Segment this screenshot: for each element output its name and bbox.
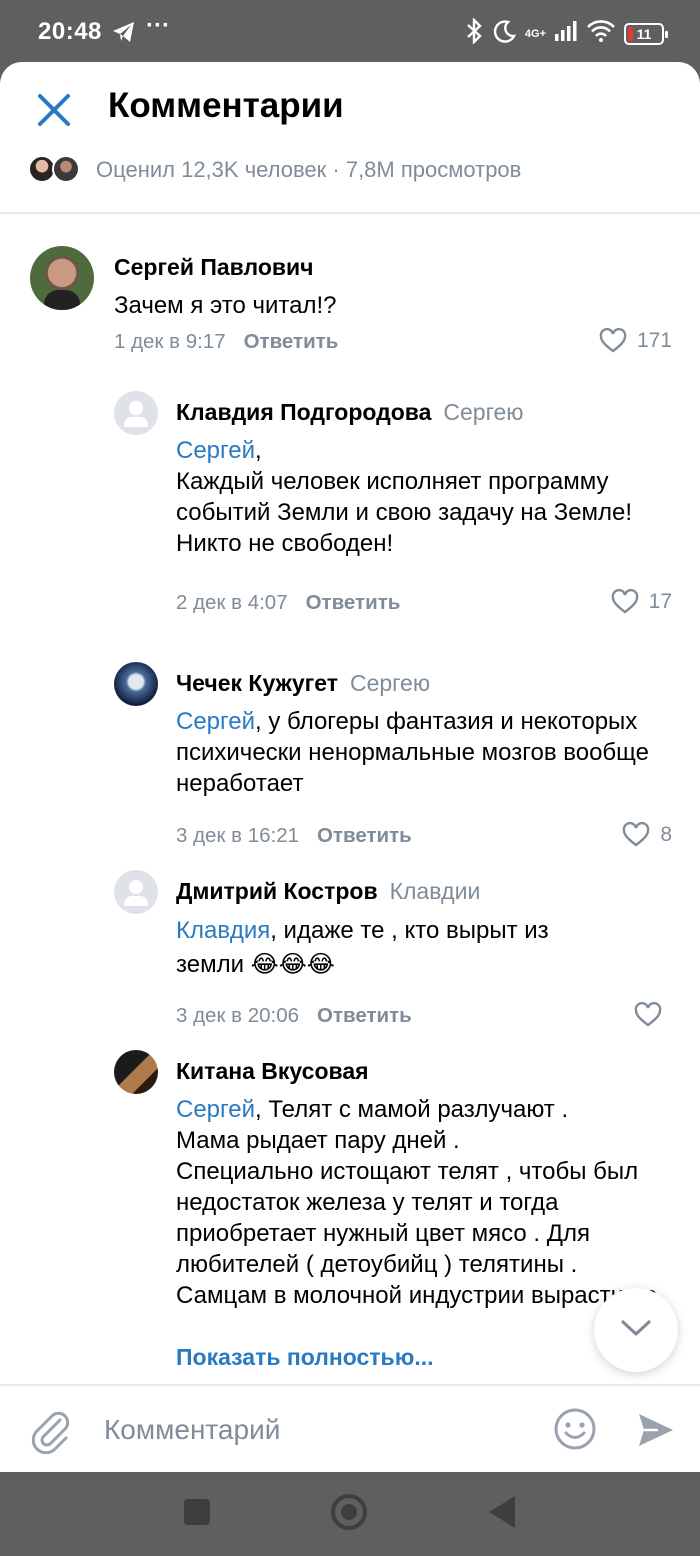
comment-reply: Дмитрий Костров Клавдии Клавдия, идаже те… (0, 870, 700, 1040)
paperclip-icon (31, 1411, 70, 1455)
comment-author[interactable]: Сергей Павлович (114, 254, 314, 281)
system-nav-bar (0, 1472, 700, 1556)
status-bar: 20:48 ··· 4G+ 11 (0, 0, 700, 62)
attach-button[interactable] (30, 1408, 72, 1459)
network-type: 4G+ (524, 27, 546, 40)
avatar[interactable] (30, 246, 94, 310)
comment-meta: 3 дек в 16:21 Ответить (176, 824, 412, 848)
like-count: 17 (648, 590, 672, 613)
comments-header: Комментарии Оценил 12,3K человек · 7,8M … (0, 62, 700, 214)
avatar[interactable] (114, 870, 158, 914)
mention-link[interactable]: Клавдия (176, 917, 270, 944)
comments-sheet: Комментарии Оценил 12,3K человек · 7,8M … (0, 62, 700, 1472)
back-button[interactable] (489, 1496, 515, 1528)
comment-composer (0, 1384, 700, 1472)
post-stats-text: Оценил 12,3K человек · 7,8M просмотров (96, 157, 522, 182)
heart-icon (623, 822, 650, 847)
comment-date: 1 дек в 9:17 (114, 330, 226, 353)
recent-apps-button[interactable] (184, 1499, 210, 1525)
heart-icon (611, 589, 638, 614)
close-button[interactable] (32, 88, 76, 132)
telegram-icon (112, 21, 136, 48)
avatar[interactable] (114, 662, 158, 706)
do-not-disturb-moon-icon (493, 19, 517, 48)
status-icons: 4G+ 11 (463, 17, 668, 49)
chevron-down-icon (621, 1320, 651, 1336)
like-button[interactable]: 8 (622, 822, 672, 848)
reply-to: Сергею (443, 399, 524, 425)
like-button[interactable]: 17 (611, 589, 672, 615)
avatar[interactable] (114, 1050, 158, 1094)
battery-level: 11 (636, 25, 652, 42)
comment-text: Сергей, Телят с мамой разлучают . Мама р… (176, 1096, 657, 1309)
mention-link[interactable]: Сергей (176, 1096, 255, 1123)
home-button[interactable] (331, 1494, 367, 1530)
send-icon (639, 1414, 673, 1446)
avatar (52, 155, 80, 183)
like-count: 8 (660, 823, 672, 846)
emoji-button[interactable] (552, 1406, 598, 1457)
scroll-down-button[interactable] (594, 1288, 678, 1372)
comment-author[interactable]: Китана Вкусовая (176, 1058, 369, 1085)
heart-icon (634, 1002, 662, 1027)
send-button[interactable] (636, 1410, 676, 1455)
mention-link[interactable]: Сергей (176, 437, 255, 464)
mention-link[interactable]: Сергей (176, 708, 255, 735)
like-button[interactable] (634, 1002, 672, 1028)
smiley-icon (554, 1408, 596, 1450)
comment-date: 3 дек в 16:21 (176, 824, 300, 847)
comment-author[interactable]: Дмитрий Костров Клавдии (176, 878, 480, 905)
comment-date: 2 дек в 4:07 (176, 591, 288, 614)
heart-icon (599, 328, 627, 353)
like-count: 171 (636, 329, 672, 352)
show-more-link[interactable]: Показать полностью... (176, 1344, 434, 1371)
comment-meta: 2 дек в 4:07 Ответить (176, 591, 400, 615)
comment-reply: Клавдия Подгородова Сергею Сергей, Каждый… (0, 391, 700, 651)
comment-meta: 3 дек в 20:06 Ответить (176, 1004, 412, 1028)
comment-meta: 1 дек в 9:17 Ответить (114, 330, 338, 354)
battery-icon: 11 (624, 22, 668, 45)
comment-author[interactable]: Чечек Кужугет Сергею (176, 670, 430, 697)
avatar[interactable] (114, 391, 158, 435)
comment: Сергей Павлович Зачем я это читал!? 1 де… (0, 216, 700, 366)
close-icon (38, 94, 70, 126)
comment-reply: Чечек Кужугет Сергею Сергей, у блогеры фа… (0, 662, 700, 862)
bluetooth-icon (463, 17, 485, 49)
comment-author[interactable]: Клавдия Подгородова Сергею (176, 399, 524, 426)
comment-text: Зачем я это читал!? (114, 292, 337, 319)
signal-icon (554, 20, 578, 47)
wifi-icon (586, 19, 616, 48)
reply-button[interactable]: Ответить (317, 824, 412, 847)
post-stats[interactable]: Оценил 12,3K человек · 7,8M просмотров (28, 154, 521, 186)
reply-to: Клавдии (389, 878, 481, 904)
comment-text: Клавдия, идаже те , кто вырыт из земли 😂… (176, 917, 549, 978)
more-notifications-icon: ··· (146, 12, 170, 39)
reply-button[interactable]: Ответить (317, 1004, 412, 1027)
liker-avatars (28, 155, 86, 185)
reply-to: Сергею (349, 670, 431, 696)
comment-date: 3 дек в 20:06 (176, 1004, 300, 1027)
comment-text: Сергей, Каждый человек исполняет програм… (176, 437, 633, 557)
page-title: Комментарии (108, 86, 344, 125)
status-time: 20:48 (38, 18, 102, 45)
like-button[interactable]: 171 (599, 328, 672, 354)
reply-button[interactable]: Ответить (244, 330, 339, 353)
comment-input[interactable] (104, 1410, 534, 1450)
comment-text: Сергей, у блогеры фантазия и некоторых п… (176, 708, 649, 797)
reply-button[interactable]: Ответить (306, 591, 401, 614)
